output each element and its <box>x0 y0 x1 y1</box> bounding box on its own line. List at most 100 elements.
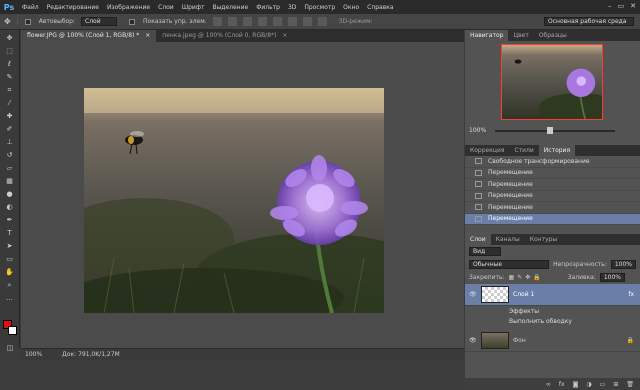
stroke-effect-row[interactable]: Выполнить обводку <box>465 316 640 326</box>
more-tools-icon[interactable]: … <box>4 293 16 303</box>
quick-mask-icon[interactable]: ◫ <box>4 343 16 353</box>
tab-paths[interactable]: Контуры <box>525 234 562 245</box>
history-step-icon <box>475 158 482 165</box>
move-tool-icon[interactable]: ✥ <box>4 33 16 43</box>
menu-edit[interactable]: Редактирование <box>43 4 103 11</box>
history-row[interactable]: Перемещение <box>465 179 640 191</box>
layer-row[interactable]: 👁 Фон 🔒 <box>465 330 640 352</box>
move-tool-icon[interactable]: ✥ <box>4 17 11 26</box>
layer-name[interactable]: Фон <box>513 337 526 344</box>
effects-row[interactable]: Эффекты <box>465 306 640 316</box>
hand-tool-icon[interactable]: ✋ <box>4 267 16 277</box>
align-right-icon[interactable] <box>287 17 297 26</box>
fx-icon[interactable]: fx <box>628 291 634 298</box>
menu-window[interactable]: Окно <box>339 4 363 11</box>
blend-mode-dropdown[interactable]: Обычные <box>469 260 550 269</box>
stamp-tool-icon[interactable]: ⊥ <box>4 137 16 147</box>
dodge-tool-icon[interactable]: ◐ <box>4 202 16 212</box>
navigator-view-frame[interactable] <box>501 44 603 120</box>
tab-layers[interactable]: Слои <box>465 234 491 245</box>
slider-knob[interactable] <box>547 127 553 134</box>
distribute-icon[interactable] <box>302 17 312 26</box>
tab-adjustments[interactable]: Коррекция <box>465 145 509 156</box>
history-row[interactable]: Перемещение <box>465 191 640 202</box>
doc-size[interactable]: Док: 791,0K/1,27M <box>62 351 120 358</box>
lasso-tool-icon[interactable]: ℓ <box>4 59 16 69</box>
tab-penka[interactable]: пенка.jpeg @ 100% (Слой 0, RGB/8*) × <box>156 30 293 42</box>
type-tool-icon[interactable]: T <box>4 228 16 238</box>
menu-filter[interactable]: Фильтр <box>252 4 284 11</box>
distribute2-icon[interactable] <box>317 17 327 26</box>
autoselect-dropdown[interactable]: Слой <box>81 17 118 26</box>
shape-tool-icon[interactable]: ▭ <box>4 254 16 264</box>
gradient-tool-icon[interactable]: ▦ <box>4 176 16 186</box>
brush-tool-icon[interactable]: ✐ <box>4 124 16 134</box>
layer-name[interactable]: Слой 1 <box>513 291 534 298</box>
eye-icon[interactable]: 👁 <box>469 337 477 344</box>
close-icon[interactable]: × <box>282 32 287 39</box>
menu-file[interactable]: Файл <box>18 4 43 11</box>
blur-tool-icon[interactable]: ● <box>4 189 16 199</box>
lock-icons[interactable]: ▦✎✥🔒 <box>509 274 544 281</box>
canvas-area[interactable] <box>21 42 464 348</box>
pen-tool-icon[interactable]: ✒ <box>4 215 16 225</box>
menu-type[interactable]: Шрифт <box>178 4 209 11</box>
tab-navigator[interactable]: Навигатор <box>465 30 509 41</box>
workspace-dropdown[interactable]: Основная рабочая среда <box>544 17 634 26</box>
show-transform-checkbox[interactable] <box>129 18 136 25</box>
navigator-zoom-slider[interactable] <box>495 127 615 134</box>
marquee-tool-icon[interactable]: ⬚ <box>4 46 16 56</box>
history-step-icon <box>475 215 482 222</box>
new-group-icon[interactable]: ▭ <box>600 381 606 388</box>
quick-select-tool-icon[interactable]: ✎ <box>4 72 16 82</box>
minimize-button[interactable]: – <box>608 2 612 10</box>
close-icon[interactable]: × <box>145 32 150 39</box>
align-center-icon[interactable] <box>272 17 282 26</box>
close-window-button[interactable]: ✕ <box>630 2 636 10</box>
link-layers-icon[interactable]: ∞ <box>546 381 551 388</box>
eyedropper-tool-icon[interactable]: ⁄ <box>4 98 16 108</box>
history-row[interactable]: Свободное трансформирование <box>465 156 640 168</box>
opacity-field[interactable]: 100% <box>610 260 636 269</box>
zoom-tool-icon[interactable]: ⌕ <box>4 280 16 290</box>
eraser-tool-icon[interactable]: ▱ <box>4 163 16 173</box>
document-image[interactable] <box>84 88 384 313</box>
menu-image[interactable]: Изображение <box>103 4 154 11</box>
maximize-button[interactable]: ▭ <box>618 2 625 10</box>
add-style-icon[interactable]: fx <box>559 381 565 388</box>
menu-layers[interactable]: Слои <box>154 4 178 11</box>
eye-icon[interactable]: 👁 <box>469 291 477 298</box>
delete-layer-icon[interactable]: 🗑 <box>626 381 634 388</box>
layer-row-selected[interactable]: 👁 Слой 1 fx <box>465 284 640 306</box>
autoselect-checkbox[interactable] <box>24 18 31 25</box>
align-middle-icon[interactable] <box>227 17 237 26</box>
align-top-icon[interactable] <box>212 17 222 26</box>
new-layer-icon[interactable]: ⊞ <box>613 381 618 388</box>
history-row-selected[interactable]: Перемещение <box>465 213 640 225</box>
adjustment-icon[interactable]: ◑ <box>586 381 591 388</box>
menu-help[interactable]: Справка <box>363 4 397 11</box>
add-mask-icon[interactable]: ◙ <box>573 381 579 388</box>
align-left-icon[interactable] <box>257 17 267 26</box>
path-select-tool-icon[interactable]: ➤ <box>4 241 16 251</box>
tab-channels[interactable]: Каналы <box>491 234 525 245</box>
tab-swatches[interactable]: Образцы <box>534 30 572 41</box>
fill-field[interactable]: 100% <box>599 273 626 282</box>
history-row[interactable]: Перемещение <box>465 202 640 214</box>
tab-history[interactable]: История <box>538 145 576 156</box>
menu-view[interactable]: Просмотр <box>300 4 339 11</box>
history-row[interactable]: Перемещение <box>465 168 640 179</box>
tab-flower[interactable]: flower.JPG @ 100% (Слой 1, RGB/8) * × <box>21 30 157 42</box>
layer-kind-dropdown[interactable]: Вид <box>469 247 501 256</box>
healing-tool-icon[interactable]: ✚ <box>4 111 16 121</box>
history-brush-tool-icon[interactable]: ↺ <box>4 150 16 160</box>
tab-styles[interactable]: Стили <box>509 145 538 156</box>
crop-tool-icon[interactable]: ⌗ <box>4 85 16 95</box>
menu-select[interactable]: Выделение <box>208 4 252 11</box>
tab-color[interactable]: Цвет <box>508 30 533 41</box>
menu-3d[interactable]: 3D <box>284 4 300 11</box>
align-bottom-icon[interactable] <box>242 17 252 26</box>
navigator-zoom[interactable]: 100% <box>469 127 486 134</box>
background-color-swatch[interactable] <box>8 326 17 335</box>
zoom-level[interactable]: 100% <box>25 351 42 358</box>
